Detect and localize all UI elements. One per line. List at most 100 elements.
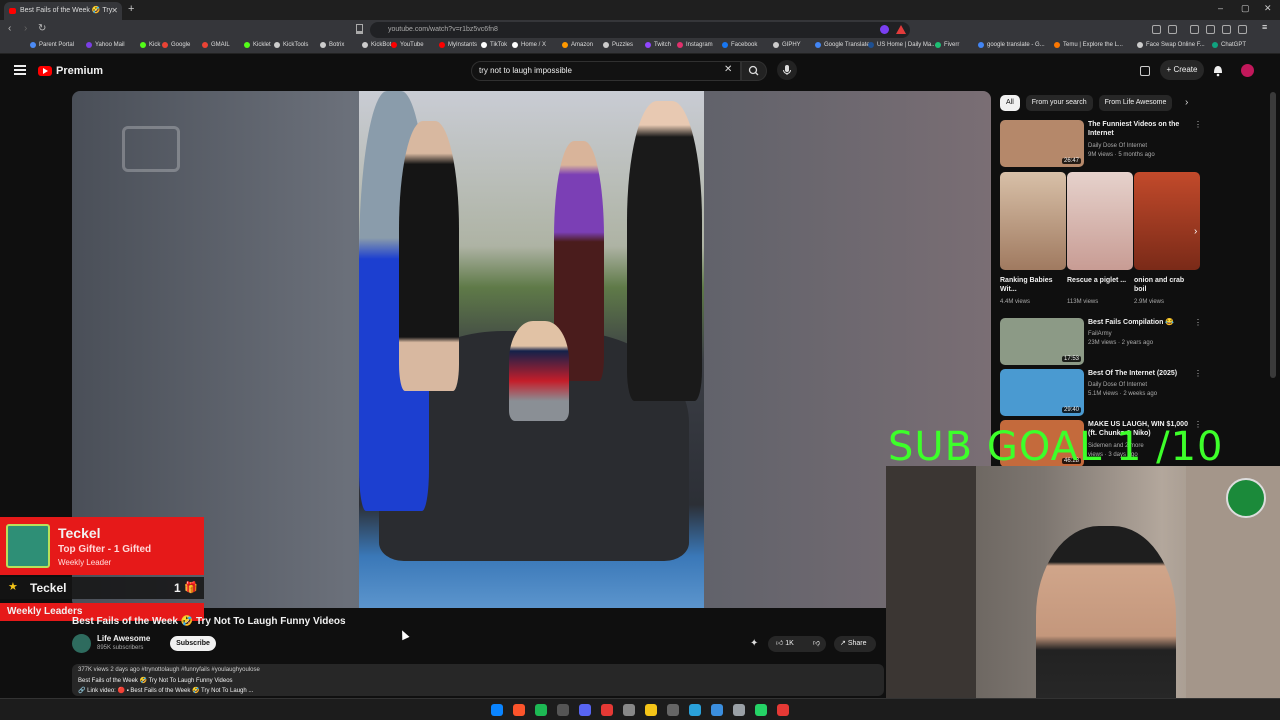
chevron-right-icon[interactable]: › [1194,226,1197,237]
bookmark-item[interactable]: KickTools [274,42,308,48]
photos-icon[interactable] [711,704,723,716]
bookmark-favicon-icon [274,42,280,48]
github-icon[interactable] [623,704,635,716]
calculator-icon[interactable] [557,704,569,716]
cast-icon[interactable] [1140,66,1150,76]
webcam-feed [886,466,1280,720]
maximize-button[interactable]: ▢ [1241,3,1250,14]
chip-from-channel[interactable]: From Life Awesome [1098,95,1173,111]
bookmark-item[interactable]: Temu | Explore the L... [1054,42,1123,48]
chip-all[interactable]: All [1000,95,1020,111]
bookmark-item[interactable]: Parent Portal [30,42,74,48]
channel-avatar[interactable] [72,634,91,653]
bookmark-item[interactable]: Twitch [645,42,671,48]
wallet-icon[interactable] [1206,25,1215,34]
bookmark-item[interactable]: Kicklet [244,42,271,48]
share-button[interactable]: ↗ Share [834,636,876,652]
short-title[interactable]: Rescue a piglet ... [1067,276,1127,285]
settings-icon[interactable] [733,704,745,716]
description-box[interactable]: 377K views 2 days ago #trynottolaugh #fu… [72,664,884,696]
bookmark-item[interactable]: Yahoo Mail [86,42,125,48]
brave-browser-icon[interactable] [513,704,525,716]
bookmark-item[interactable]: Fiverr [935,42,959,48]
chip-from-your-search[interactable]: From your search [1025,95,1093,111]
bookmark-item[interactable]: Google [162,42,190,48]
bookmark-item[interactable]: Home / X [512,42,546,48]
bookmark-item[interactable]: Botrix [320,42,344,48]
extension-icon[interactable] [1168,25,1177,34]
channel-name[interactable]: Life Awesome [97,634,150,643]
browser-tab[interactable]: Best Fails of the Week 🤣 Try ✕ [4,2,122,20]
bookmark-item[interactable]: YouTube [391,42,424,48]
notifications-bell-icon[interactable] [1212,63,1224,77]
bookmark-item[interactable]: Instagram [677,42,713,48]
duration-badge: 29:40 [1061,407,1081,413]
bookmark-item[interactable]: KickBot [362,42,391,48]
forward-icon[interactable]: › [24,23,27,34]
clear-search-icon[interactable]: ✕ [724,64,732,75]
bookmark-item[interactable]: Google Translate [815,42,870,48]
new-tab-button[interactable]: + [128,3,134,15]
youtube-logo[interactable]: Premium [38,65,103,77]
more-options-icon[interactable]: ⋮ [1194,318,1202,327]
profile-icon[interactable] [1238,25,1247,34]
bookmark-item[interactable]: GIPHY [773,42,801,48]
bookmark-item[interactable]: google translate - G... [978,42,1045,48]
telegram-icon[interactable] [689,704,701,716]
bookmark-item[interactable]: ChatGPT [1212,42,1246,48]
bookmark-item[interactable]: US Home | Daily Ma... [868,42,936,48]
bookmark-item[interactable]: Facebook [722,42,757,48]
downloads-icon[interactable] [1222,25,1231,34]
discord-icon[interactable] [579,704,591,716]
account-avatar[interactable] [1241,64,1254,77]
more-options-icon[interactable]: ⋮ [1194,369,1202,378]
menu-icon[interactable]: ≡ [1262,22,1271,32]
reload-icon[interactable]: ↻ [38,23,46,34]
thumbs-down-icon[interactable]: 👎︎ [813,636,820,652]
voice-search-button[interactable] [777,60,797,80]
like-button[interactable]: 👍︎ 1K 👎︎ [768,636,826,652]
address-bar[interactable]: youtube.com/watch?v=r1bz5vc6fn8 [370,22,910,38]
pin-icon[interactable] [601,704,613,716]
whatsapp-icon[interactable] [755,704,767,716]
bookmark-item[interactable]: Amazon [562,42,593,48]
back-icon[interactable]: ‹ [8,23,11,34]
brave-shield-icon[interactable] [880,25,889,34]
short-thumbnail[interactable] [1000,172,1066,270]
hamburger-menu-icon[interactable] [14,65,26,75]
ask-icon[interactable]: ✦ [750,638,758,649]
minimize-button[interactable]: – [1218,3,1223,13]
bookmark-item[interactable]: TikTok [481,42,507,48]
create-button[interactable]: + Create [1160,60,1204,80]
more-options-icon[interactable]: ⋮ [1194,120,1202,129]
spotify-icon[interactable] [535,704,547,716]
app-icon[interactable] [667,704,679,716]
bookmark-item[interactable]: Kick [140,42,160,48]
windows-start-icon[interactable] [491,704,503,716]
short-thumbnail[interactable] [1134,172,1200,270]
bookmark-icon[interactable] [356,24,363,34]
file-explorer-icon[interactable] [645,704,657,716]
scrollbar[interactable] [1270,92,1276,378]
bookmark-item[interactable]: GMAIL [202,42,230,48]
extension-icon[interactable] [1152,25,1161,34]
sidebar-icon[interactable] [1190,25,1199,34]
short-title[interactable]: onion and crab boil [1134,276,1194,294]
bookmark-item[interactable]: Face Swap Online F... [1137,42,1205,48]
bookmark-item[interactable]: MyInstants [439,42,477,48]
close-tab-icon[interactable]: ✕ [111,2,118,20]
close-window-button[interactable]: ✕ [1264,3,1272,14]
subscribe-button[interactable]: Subscribe [170,636,216,651]
bookmark-label: Face Swap Online F... [1146,42,1205,48]
search-input[interactable]: try not to laugh impossible [471,61,741,81]
video-player[interactable] [72,91,991,608]
maps-icon[interactable] [777,704,789,716]
bookmark-item[interactable]: Puzzles [603,42,633,48]
brave-rewards-icon[interactable] [896,25,906,34]
short-thumbnail[interactable] [1067,172,1133,270]
video-meta: 23M views · 2 years ago [1088,340,1154,346]
search-button[interactable] [741,61,767,81]
chevron-right-icon[interactable]: › [1185,97,1188,108]
short-title[interactable]: Ranking Babies Wit... [1000,276,1060,294]
bookmark-label: Instagram [686,42,713,48]
